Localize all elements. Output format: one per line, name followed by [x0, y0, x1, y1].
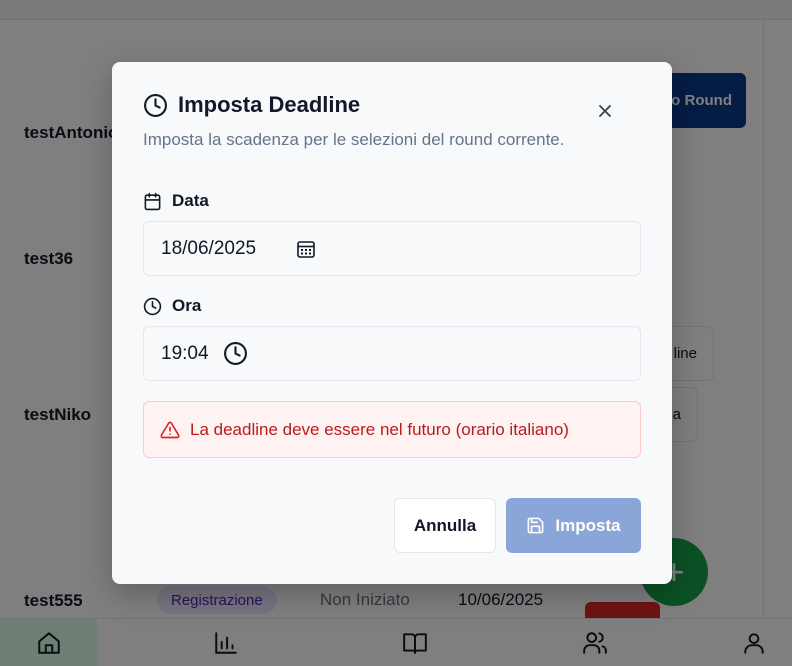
save-icon: [527, 517, 544, 534]
submit-button[interactable]: Imposta: [506, 498, 641, 553]
date-label-text: Data: [172, 191, 209, 210]
app-page: testAntonio test36 testNiko test555 o Ro…: [0, 0, 792, 666]
submit-label: Imposta: [555, 515, 621, 535]
close-icon: [599, 105, 611, 117]
error-alert: La deadline deve essere nel futuro (orar…: [143, 401, 641, 458]
close-button[interactable]: [592, 98, 618, 124]
clock-icon: [144, 93, 167, 117]
error-message: La deadline deve essere nel futuro (orar…: [190, 419, 569, 439]
time-label-text: Ora: [172, 296, 202, 315]
deadline-dialog: Imposta Deadline Imposta la scadenza per…: [112, 62, 672, 584]
time-picker-icon[interactable]: [223, 341, 248, 366]
calendar-icon: [144, 192, 161, 210]
date-input-value: 18/06/2025: [161, 237, 257, 259]
cancel-button[interactable]: Annulla: [394, 498, 496, 553]
date-label: Data: [143, 191, 209, 211]
date-input[interactable]: 18/06/2025: [143, 221, 641, 276]
time-label: Ora: [143, 296, 201, 316]
dialog-title: Imposta Deadline: [178, 92, 361, 117]
calendar-picker-icon[interactable]: [296, 239, 316, 259]
time-input[interactable]: 19:04: [143, 326, 641, 381]
time-input-value: 19:04: [161, 342, 209, 364]
dialog-header: Imposta Deadline: [143, 92, 360, 118]
clock-icon: [143, 297, 162, 315]
alert-triangle-icon: [160, 421, 180, 438]
dialog-description: Imposta la scadenza per le selezioni del…: [143, 130, 565, 149]
